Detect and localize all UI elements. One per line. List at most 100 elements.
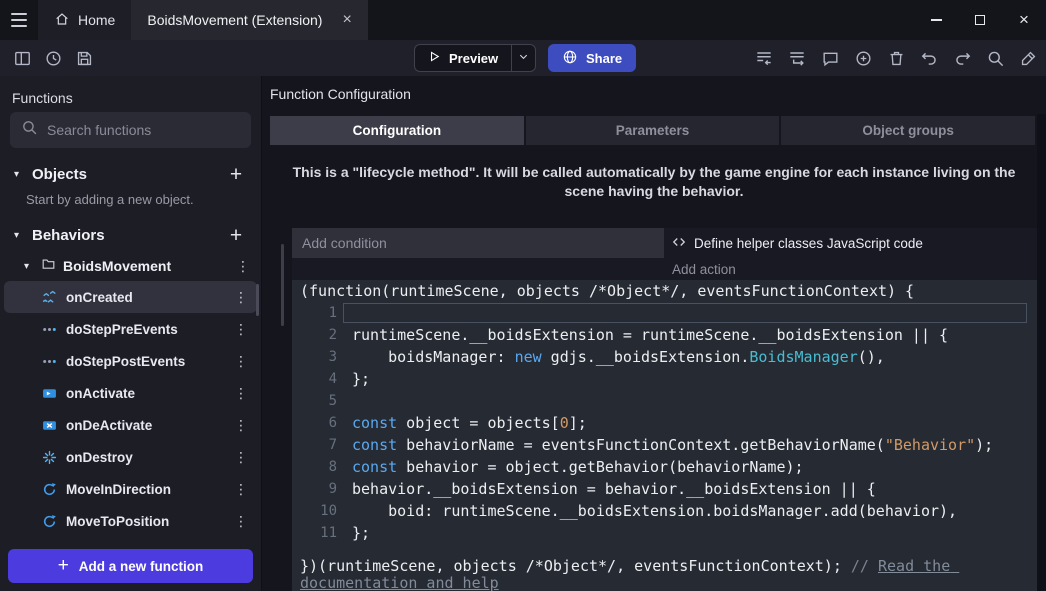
code-line-4[interactable]: 4}; — [292, 368, 1037, 390]
add-action-button[interactable]: Add action — [664, 262, 736, 277]
js-code-editor[interactable]: (function(runtimeScene, objects /*Object… — [292, 280, 1037, 591]
code-line-3[interactable]: 3 boidsManager: new gdjs.__boidsExtensio… — [292, 346, 1037, 368]
line-number: 6 — [292, 412, 343, 434]
share-button[interactable]: Share — [548, 44, 636, 72]
code-line-7[interactable]: 7const behaviorName = eventsFunctionCont… — [292, 434, 1037, 456]
boids-icon — [42, 290, 57, 305]
right-scroll-area[interactable] — [1037, 114, 1046, 591]
sidebar-function-doStepPreEvents[interactable]: doStepPreEvents ⋮ — [4, 313, 257, 345]
line-number: 4 — [292, 368, 343, 390]
behaviors-section-label: Behaviors — [32, 227, 217, 244]
code-line-1[interactable]: 1 — [292, 302, 1037, 324]
more-options-icon[interactable]: ⋮ — [231, 481, 251, 498]
code-text: const behaviorName = eventsFunctionConte… — [343, 434, 1027, 456]
function-label: MoveInDirection — [66, 482, 222, 497]
chevron-down-icon — [518, 49, 529, 67]
function-label: MoveToPosition — [66, 514, 222, 529]
search-box[interactable] — [10, 112, 251, 148]
trash-icon[interactable] — [882, 44, 910, 72]
lifecycle-description: This is a "lifecycle method". It will be… — [284, 163, 1024, 201]
close-button[interactable]: × — [1002, 0, 1046, 40]
code-line-5[interactable]: 5 — [292, 390, 1037, 412]
more-options-icon[interactable]: ⋮ — [231, 353, 251, 370]
add-function-button[interactable]: + Add a new function — [8, 549, 253, 583]
js-code-event-header[interactable]: Define helper classes JavaScript code — [664, 228, 1037, 258]
sidebar-function-onActivate[interactable]: onActivate⋮ — [4, 377, 257, 409]
more-options-icon[interactable]: ⋮ — [231, 289, 251, 306]
sidebar-function-onDestroy[interactable]: onDestroy⋮ — [4, 441, 257, 473]
sidebar-function-onDeActivate[interactable]: onDeActivate⋮ — [4, 409, 257, 441]
maximize-button[interactable] — [958, 0, 1002, 40]
preview-button[interactable]: Preview — [414, 44, 511, 72]
sidebar-function-MoveInDirection[interactable]: MoveInDirection ⋮ — [4, 473, 257, 505]
add-event-icon[interactable] — [750, 44, 778, 72]
tab-home[interactable]: Home — [38, 0, 131, 40]
sidebar-function-doStepPostEvents[interactable]: doStepPostEvents⋮ — [4, 345, 257, 377]
comment-icon[interactable] — [816, 44, 844, 72]
save-icon[interactable] — [70, 44, 98, 72]
redo-icon[interactable] — [948, 44, 976, 72]
objects-section-label: Objects — [32, 166, 217, 183]
add-condition-button[interactable]: Add condition — [292, 228, 664, 258]
behaviors-section-header[interactable]: ▾ Behaviors + — [0, 219, 261, 251]
code-line-2[interactable]: 2runtimeScene.__boidsExtension = runtime… — [292, 324, 1037, 346]
code-text: boidsManager: new gdjs.__boidsExtension.… — [343, 346, 1027, 368]
events-scrollbar[interactable] — [281, 244, 284, 326]
sidebar-function-MoveToPosition[interactable]: MoveToPosition ⋮ — [4, 505, 257, 537]
more-options-icon[interactable]: ⋮ — [231, 385, 251, 402]
add-subevent-icon[interactable] — [783, 44, 811, 72]
undo-icon[interactable] — [915, 44, 943, 72]
js-code-icon — [672, 235, 686, 252]
code-line-8[interactable]: 8const behavior = object.getBehavior(beh… — [292, 456, 1037, 478]
tab-object-groups[interactable]: Object groups — [781, 116, 1035, 145]
more-options-icon[interactable]: ⋮ — [231, 417, 251, 434]
event-subheader-row: Add action — [292, 258, 1037, 280]
line-number: 2 — [292, 324, 343, 346]
more-options-icon[interactable]: ⋮ — [231, 321, 251, 338]
history-icon[interactable] — [39, 44, 67, 72]
globe-icon — [562, 49, 578, 68]
code-line-9[interactable]: 9behavior.__boidsExtension = behavior.__… — [292, 478, 1037, 500]
menu-icon[interactable] — [0, 0, 38, 40]
sidebar-function-onCreated[interactable]: onCreated⋮ — [4, 281, 257, 313]
more-options-icon[interactable]: ⋮ — [231, 449, 251, 466]
search-icon[interactable] — [981, 44, 1009, 72]
tab-parameters[interactable]: Parameters — [526, 116, 780, 145]
brush-icon[interactable] — [1014, 44, 1042, 72]
code-line-6[interactable]: 6const object = objects[0]; — [292, 412, 1037, 434]
layout-icon[interactable] — [8, 44, 36, 72]
step-icon — [42, 322, 57, 337]
code-text: behavior.__boidsExtension = behavior.__b… — [343, 478, 1027, 500]
code-wrapper-open: (function(runtimeScene, objects /*Object… — [292, 280, 1037, 302]
minimize-button[interactable] — [914, 0, 958, 40]
code-text — [343, 390, 1027, 412]
function-label: doStepPreEvents — [66, 322, 222, 337]
more-options-icon[interactable]: ⋮ — [233, 258, 253, 275]
home-icon — [54, 11, 70, 30]
add-other-events-icon[interactable] — [849, 44, 877, 72]
event-header-row: Add condition Define helper classes Java… — [292, 228, 1037, 258]
code-line-11[interactable]: 11}; — [292, 522, 1037, 544]
step-icon — [42, 354, 57, 369]
toolbar-right-icons — [750, 44, 1042, 72]
line-number: 1 — [292, 302, 343, 324]
close-tab-icon[interactable]: × — [342, 12, 351, 28]
maximize-icon — [975, 15, 985, 25]
play-icon — [428, 50, 441, 66]
objects-section-header[interactable]: ▾ Objects + — [0, 158, 261, 190]
tab-boidsmovement-extension[interactable]: BoidsMovement (Extension) × — [131, 0, 367, 40]
code-text: runtimeScene.__boidsExtension = runtimeS… — [343, 324, 1027, 346]
search-input[interactable] — [47, 122, 240, 138]
sidebar-scrollbar[interactable] — [256, 284, 259, 316]
code-line-10[interactable]: 10 boid: runtimeScene.__boidsExtension.b… — [292, 500, 1037, 522]
config-tabs: ConfigurationParametersObject groups — [270, 116, 1035, 145]
tab-configuration[interactable]: Configuration — [270, 116, 524, 145]
preview-dropdown-button[interactable] — [511, 44, 536, 72]
flag-on-icon — [42, 386, 57, 401]
more-options-icon[interactable]: ⋮ — [231, 513, 251, 530]
add-behavior-button[interactable]: + — [225, 225, 247, 246]
behavior-group-boidsmovement[interactable]: ▾ BoidsMovement ⋮ — [0, 251, 261, 281]
line-number: 3 — [292, 346, 343, 368]
add-object-button[interactable]: + — [225, 164, 247, 185]
line-number: 11 — [292, 522, 343, 544]
